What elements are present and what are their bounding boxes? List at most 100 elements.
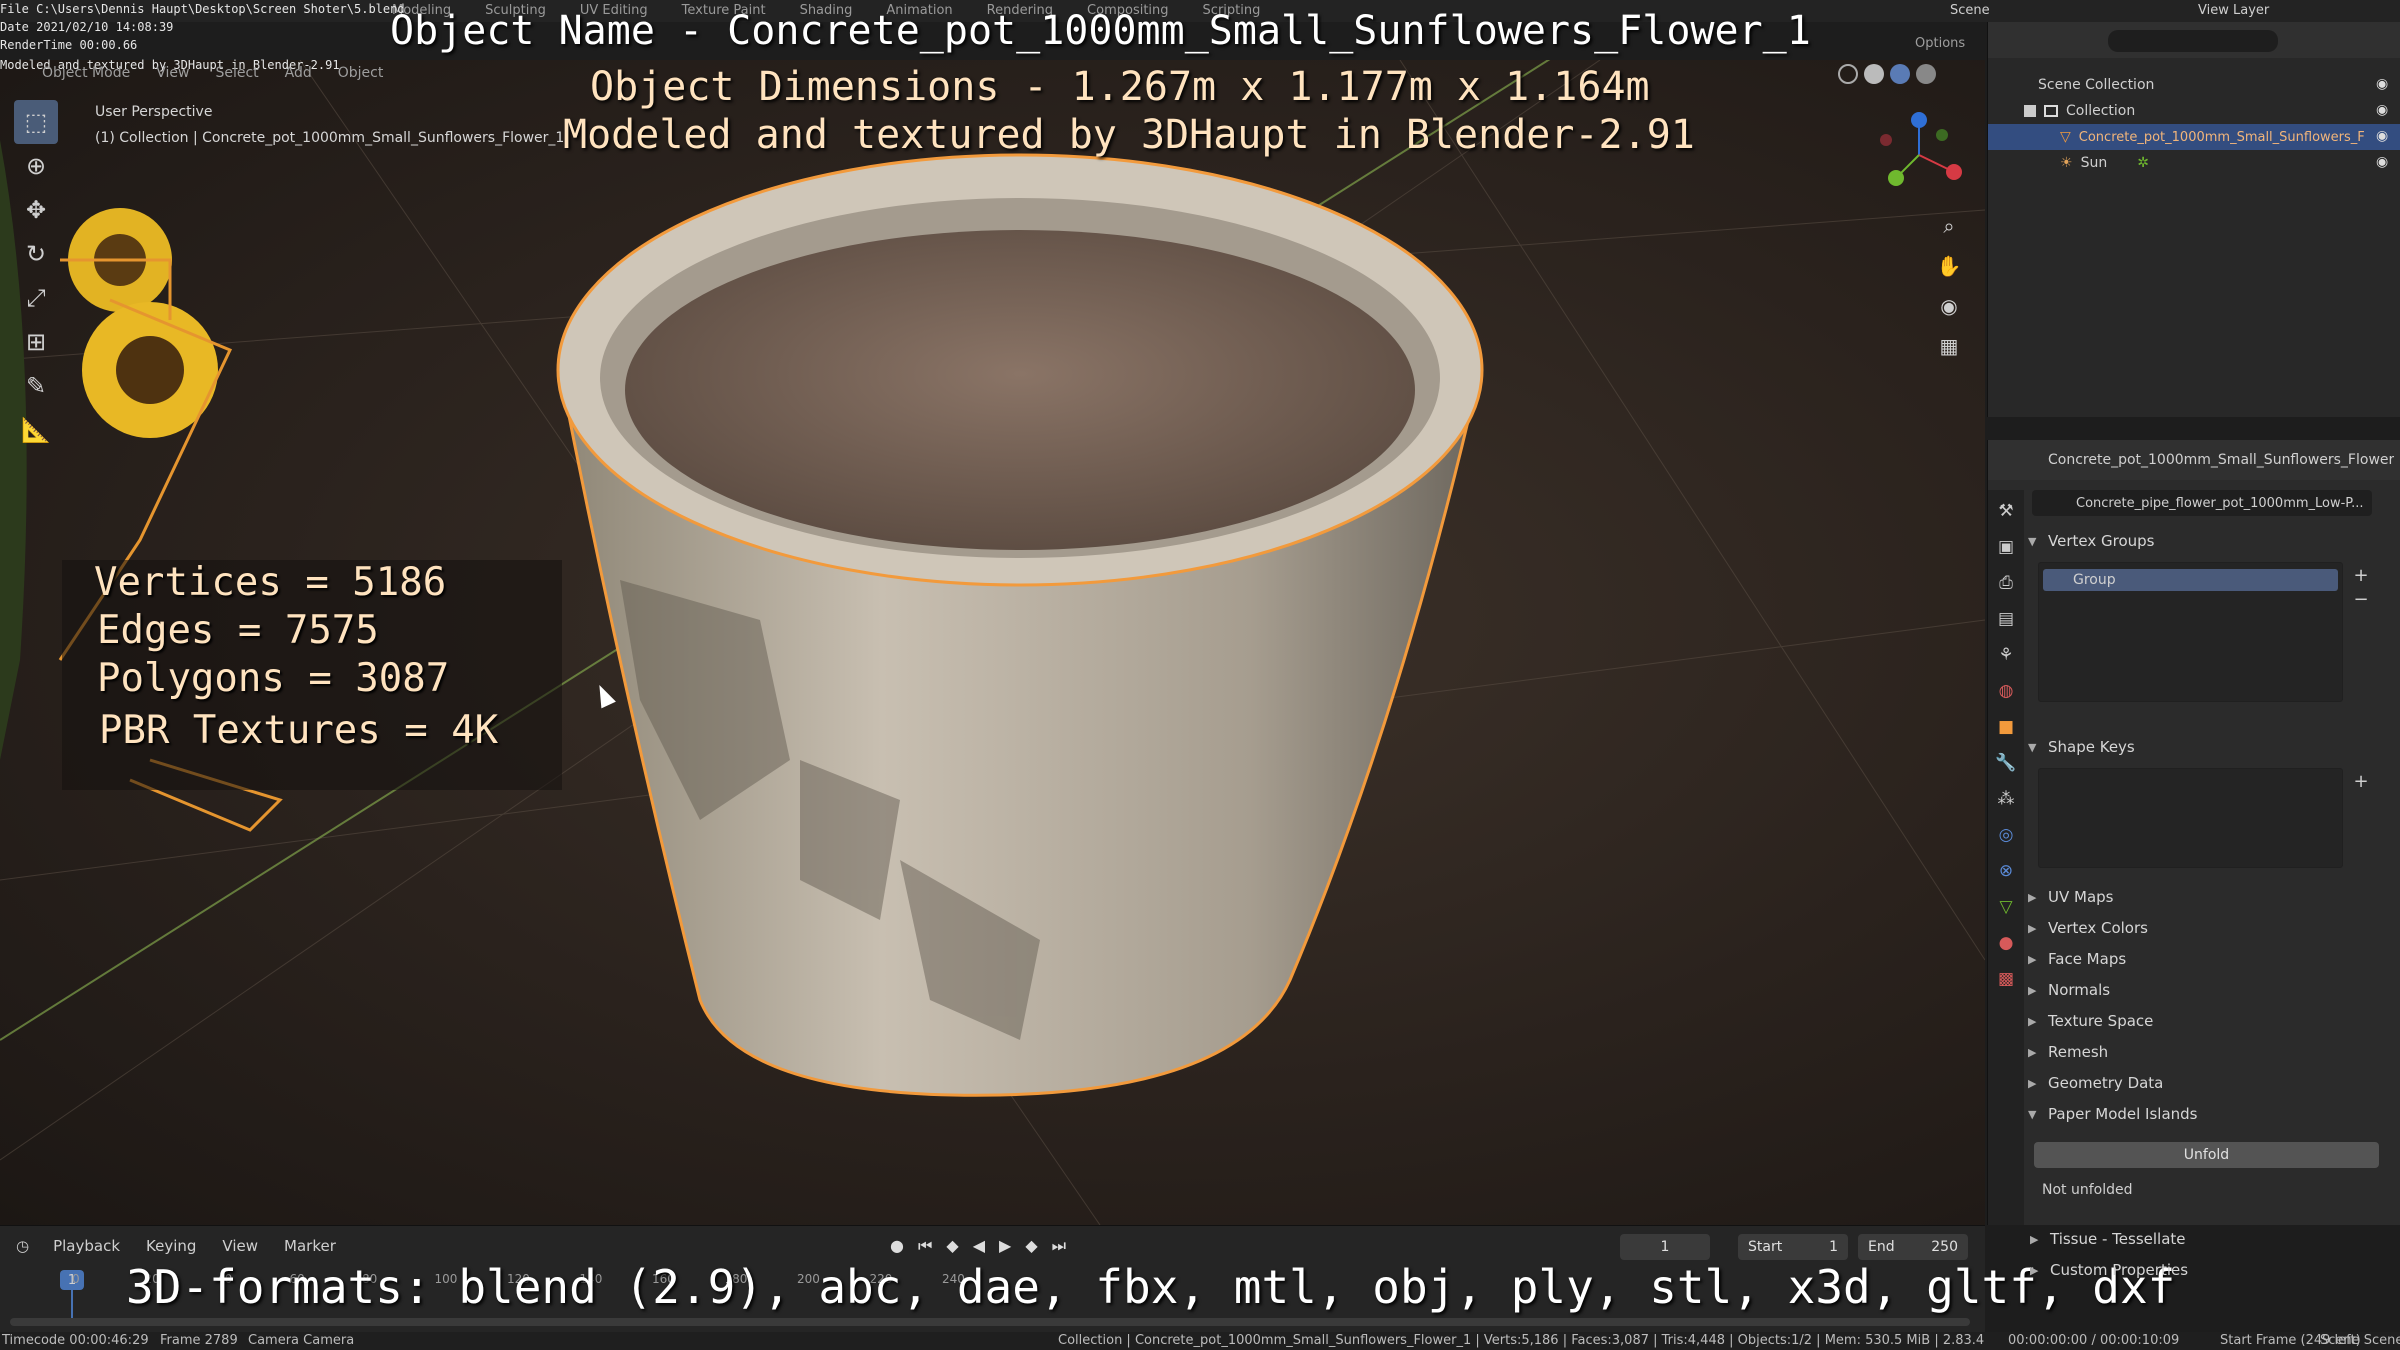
view-layer-tab-icon[interactable]: ▤ (1993, 606, 2019, 632)
constraints-tab-icon[interactable]: ⊗ (1993, 858, 2019, 884)
concrete-pot-row[interactable]: ▽ Concrete_pot_1000mm_Small_Sunflowers_F (1988, 124, 2400, 150)
grid-view-icon[interactable]: ▦ (1932, 330, 1966, 362)
tissue-tessellate-header[interactable]: ▶ Tissue - Tessellate (2030, 1230, 2186, 1248)
particles-tab-icon[interactable]: ⁂ (1993, 786, 2019, 812)
output-tab-icon[interactable]: ⎙ (1993, 570, 2019, 596)
material-shading-icon[interactable] (1890, 64, 1910, 84)
vertices-stat: Vertices = 5186 (94, 560, 447, 605)
jump-end-button[interactable]: ⏭ (1052, 1236, 1066, 1256)
add-vertex-group-button[interactable]: + (2350, 564, 2372, 586)
viewport-menu-add[interactable]: Add (285, 65, 312, 81)
user-perspective-label: User Perspective (95, 104, 213, 120)
record-button[interactable]: ● (890, 1236, 904, 1256)
face-maps-header[interactable]: ▶ Face Maps (2028, 950, 2126, 968)
end-frame-field[interactable]: End 250 (1858, 1234, 1968, 1260)
shape-keys-list[interactable] (2038, 768, 2343, 868)
edges-stat: Edges = 7575 (97, 608, 379, 653)
editor-type-icon[interactable]: ◷ (16, 1237, 29, 1255)
cursor-tool-icon[interactable]: ⊕ (14, 144, 58, 188)
not-unfolded-label: Not unfolded (2042, 1182, 2133, 1198)
next-keyframe-button[interactable]: ◆ (1025, 1236, 1037, 1256)
camera-view-icon[interactable]: ◉ (1932, 290, 1966, 322)
current-frame-field[interactable]: 1 (1620, 1234, 1710, 1260)
modifier-tab-icon[interactable]: 🔧 (1993, 750, 2019, 776)
add-shape-key-button[interactable]: + (2350, 770, 2372, 792)
jump-start-button[interactable]: ⏮ (918, 1236, 932, 1256)
vertex-group-item[interactable]: Group (2043, 569, 2338, 591)
shape-keys-header[interactable]: ▼ Shape Keys (2028, 738, 2135, 756)
transform-tool-icon[interactable]: ⊞ (14, 320, 58, 364)
texture-space-header[interactable]: ▶ Texture Space (2028, 1012, 2153, 1030)
collection-checkbox[interactable] (2024, 105, 2036, 117)
viewport-menu-select[interactable]: Select (215, 65, 258, 81)
paper-model-header[interactable]: ▼ Paper Model Islands (2028, 1105, 2198, 1123)
mesh-name-label: Concrete_pipe_flower_pot_1000mm_Low-P... (2076, 495, 2364, 511)
tool-tab-icon[interactable]: ⚒ (1993, 498, 2019, 524)
rendered-shading-icon[interactable] (1916, 64, 1936, 84)
scene-selector[interactable]: Scene (1950, 3, 1990, 18)
object-tab-icon[interactable]: ■ (1993, 714, 2019, 740)
current-frame-value: 1 (1660, 1239, 1670, 1255)
wireframe-shading-icon[interactable] (1838, 64, 1858, 84)
status-bar: Timecode 00:00:46:29 Frame 2789 Camera C… (0, 1332, 2400, 1350)
visibility-eye-icon[interactable]: ◉ (2376, 128, 2388, 144)
world-tab-icon[interactable]: ◍ (1993, 678, 2019, 704)
pan-hand-icon[interactable]: ✋ (1932, 250, 1966, 282)
scene-collection-row[interactable]: Scene Collection (1988, 72, 2400, 98)
outliner-search-input[interactable] (2108, 30, 2278, 52)
physics-tab-icon[interactable]: ◎ (1993, 822, 2019, 848)
viewport-menu-view[interactable]: View (156, 65, 189, 81)
uv-maps-header[interactable]: ▶ UV Maps (2028, 888, 2113, 906)
visibility-eye-icon[interactable]: ◉ (2376, 76, 2388, 92)
zoom-icon[interactable]: ⌕ (1932, 210, 1966, 242)
timeline-view-menu[interactable]: View (222, 1237, 258, 1255)
blender-window: { "topbar":{"menus":["Modeling","Sculpti… (0, 0, 2400, 1350)
move-tool-icon[interactable]: ✥ (14, 188, 58, 232)
vertex-groups-header[interactable]: ▼ Vertex Groups (2028, 532, 2154, 550)
geometry-data-header[interactable]: ▶ Geometry Data (2028, 1074, 2163, 1092)
shape-keys-label: Shape Keys (2048, 738, 2135, 756)
vertex-groups-list[interactable]: Group (2038, 562, 2343, 702)
collection-icon (2044, 105, 2058, 117)
custom-properties-header[interactable]: ▶ Custom Properties (2030, 1261, 2188, 1279)
visibility-eye-icon[interactable]: ◉ (2376, 102, 2388, 118)
start-frame-field[interactable]: Start 1 (1738, 1234, 1848, 1260)
view-layer-selector[interactable]: View Layer (2198, 3, 2269, 18)
playback-menu[interactable]: Playback (53, 1237, 120, 1255)
collection-row[interactable]: Collection (1988, 98, 2400, 124)
unfold-button[interactable]: Unfold (2034, 1142, 2379, 1168)
mesh-name-field[interactable]: Concrete_pipe_flower_pot_1000mm_Low-P... (2032, 490, 2372, 516)
material-tab-icon[interactable]: ● (1993, 930, 2019, 956)
remesh-header[interactable]: ▶ Remesh (2028, 1043, 2108, 1061)
measure-tool-icon[interactable]: 📐 (14, 408, 58, 452)
properties-tabs: ⚒ ▣ ⎙ ▤ ⚘ ◍ ■ 🔧 ⁂ ◎ ⊗ ▽ ● ▩ (1988, 490, 2024, 1225)
options-dropdown[interactable]: Options (1915, 36, 1965, 51)
normals-header[interactable]: ▶ Normals (2028, 981, 2110, 999)
mesh-data-tab-icon[interactable]: ▽ (1993, 894, 2019, 920)
visibility-eye-icon[interactable]: ◉ (2376, 154, 2388, 170)
vertex-group-label: Group (2073, 572, 2116, 588)
scale-tool-icon[interactable]: ⤢ (14, 276, 58, 320)
select-box-tool-icon[interactable]: ⬚ (14, 100, 58, 144)
solid-shading-icon[interactable] (1864, 64, 1884, 84)
timeline-scrollbar[interactable] (10, 1318, 1970, 1326)
vertex-colors-header[interactable]: ▶ Vertex Colors (2028, 919, 2148, 937)
shading-buttons[interactable] (1838, 64, 1936, 84)
scene-tab-icon[interactable]: ⚘ (1993, 642, 2019, 668)
play-reverse-button[interactable]: ◀ (973, 1236, 985, 1256)
object-mode-dropdown[interactable]: Object Mode (42, 65, 130, 81)
sun-row[interactable]: ☀ Sun ✲ (1988, 150, 2400, 176)
marker-menu[interactable]: Marker (284, 1237, 336, 1255)
navigation-gizmo[interactable] (1874, 110, 1964, 200)
annotate-tool-icon[interactable]: ✎ (14, 364, 58, 408)
sun-data-icon: ✲ (2137, 155, 2149, 171)
render-tab-icon[interactable]: ▣ (1993, 534, 2019, 560)
rotate-tool-icon[interactable]: ↻ (14, 232, 58, 276)
keying-menu[interactable]: Keying (146, 1237, 196, 1255)
viewport-menu-object[interactable]: Object (338, 65, 384, 81)
texture-tab-icon[interactable]: ▩ (1993, 966, 2019, 992)
remove-vertex-group-button[interactable]: − (2350, 588, 2372, 610)
prev-keyframe-button[interactable]: ◆ (946, 1236, 958, 1256)
frame-tick-label: 0 (72, 1272, 80, 1286)
play-button[interactable]: ▶ (999, 1236, 1011, 1256)
